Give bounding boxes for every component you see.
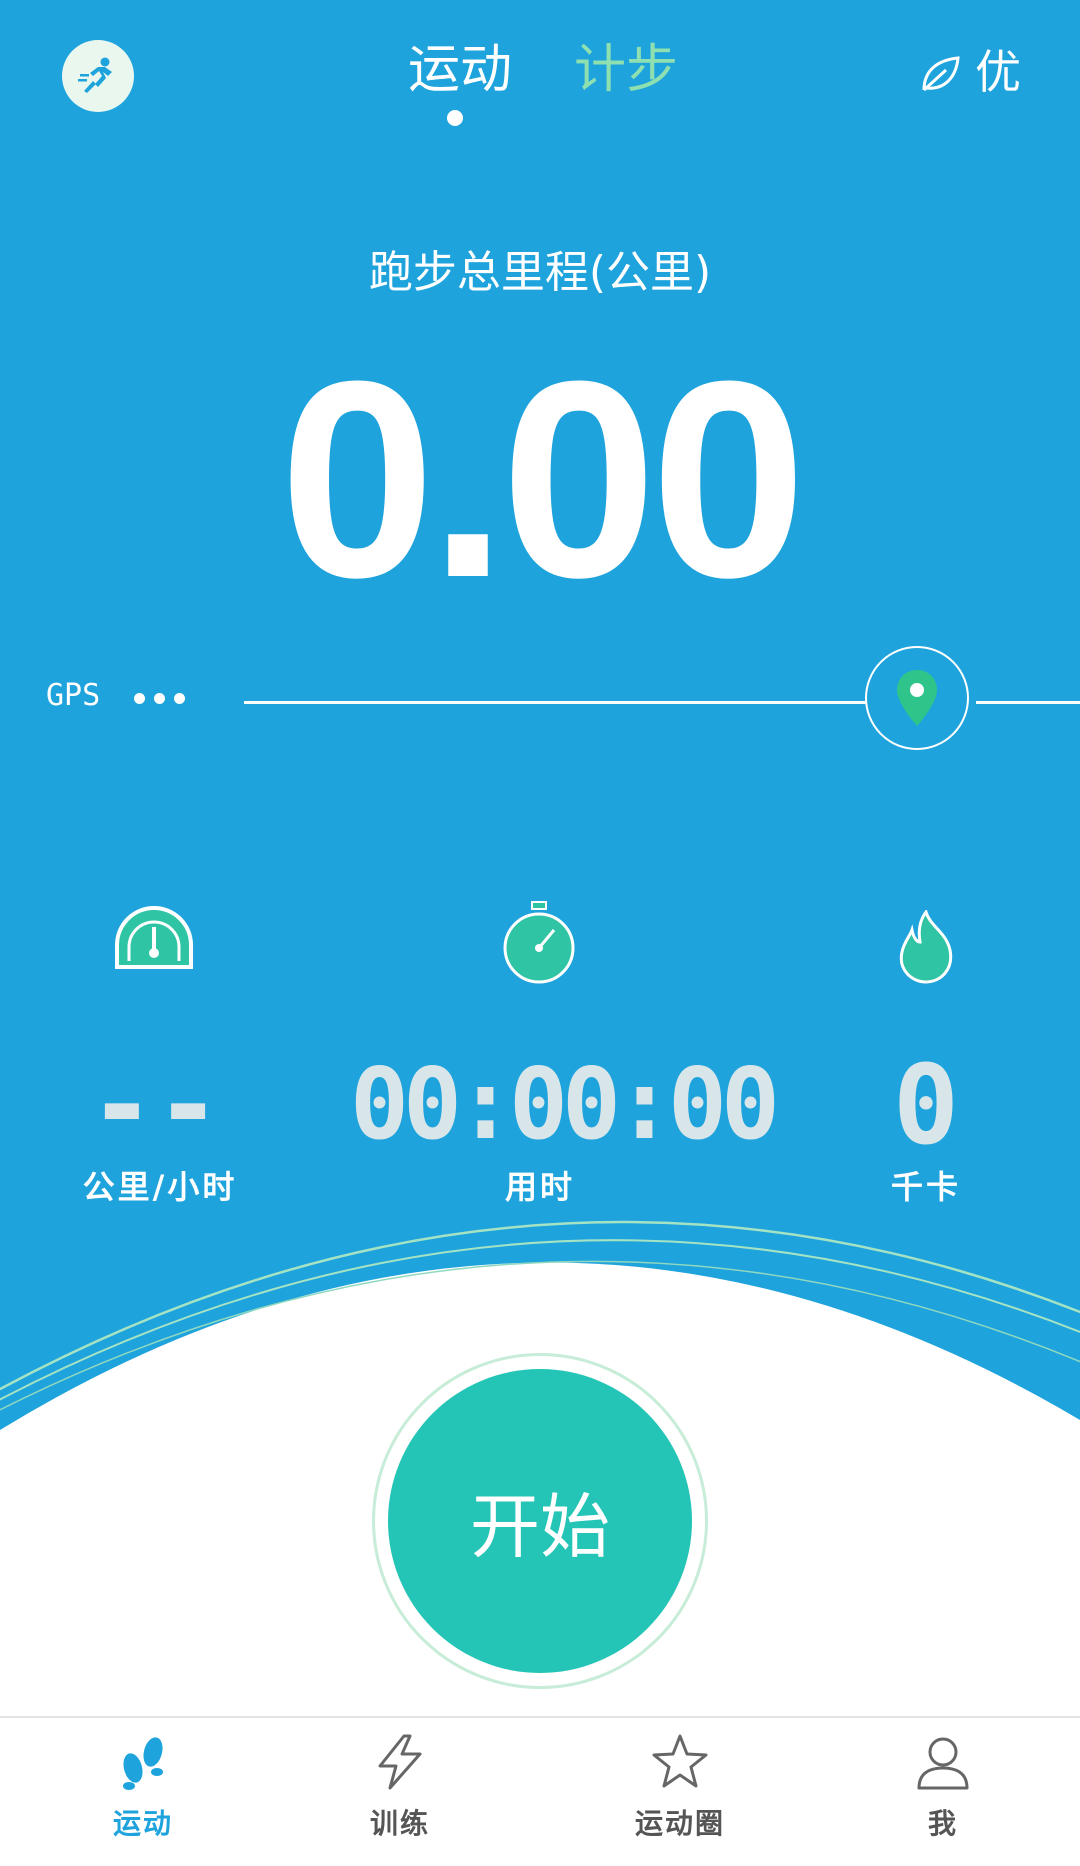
bottom-navigation: 运动 训练 运动圈 我 — [0, 1716, 1080, 1866]
speed-value: -- — [88, 1041, 222, 1169]
leaf-icon[interactable] — [918, 52, 962, 100]
flame-icon — [896, 908, 956, 988]
tab-sport[interactable]: 运动 — [408, 38, 512, 102]
start-button[interactable]: 开始 — [388, 1369, 692, 1673]
nav-item-training[interactable]: 训练 — [300, 1732, 500, 1842]
speedometer-icon — [113, 905, 195, 979]
star-icon — [652, 1734, 708, 1788]
lightning-icon — [378, 1734, 422, 1790]
footprints-icon — [123, 1737, 163, 1790]
user-icon — [917, 1737, 969, 1790]
nav-label-sport: 运动 — [112, 1807, 173, 1840]
air-quality-label[interactable]: 优 — [975, 42, 1021, 102]
calories-value: 0 — [892, 1041, 960, 1169]
total-distance-value: 0.00 — [279, 324, 807, 636]
active-tab-indicator — [447, 110, 463, 126]
nav-item-sport-circle[interactable]: 运动圈 — [580, 1732, 780, 1842]
tab-step-count[interactable]: 计步 — [574, 38, 678, 102]
duration-value: 00:00:00 — [350, 1048, 780, 1162]
gps-signal-dots — [134, 693, 185, 704]
running-icon[interactable] — [62, 40, 134, 112]
nav-label-training: 训练 — [369, 1807, 430, 1840]
nav-label-sport-circle: 运动圈 — [634, 1807, 725, 1840]
gps-track-line — [244, 701, 866, 704]
gps-track-line-end — [976, 701, 1080, 704]
gps-label: GPS — [46, 678, 101, 713]
location-pin-icon — [897, 670, 937, 726]
nav-item-me[interactable]: 我 — [843, 1732, 1043, 1842]
nav-label-me: 我 — [927, 1807, 958, 1840]
stopwatch-icon — [500, 898, 578, 992]
gps-location-marker[interactable] — [865, 646, 969, 750]
nav-item-sport[interactable]: 运动 — [43, 1732, 243, 1842]
total-distance-label: 跑步总里程(公里) — [368, 247, 712, 298]
